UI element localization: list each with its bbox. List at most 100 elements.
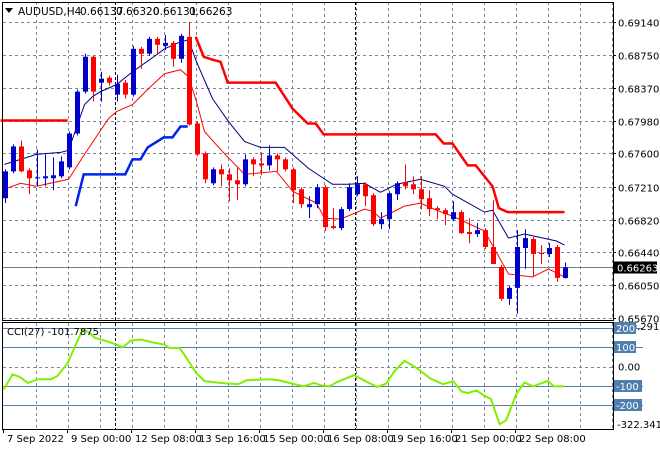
close-value: 0.66263 [189, 6, 232, 18]
candle-bearish [299, 187, 304, 209]
candle-bearish [555, 245, 560, 282]
candle-body [523, 238, 528, 249]
candle-body [211, 169, 216, 184]
candle-bearish [171, 40, 176, 67]
candle-body [99, 78, 104, 83]
candle-body [531, 239, 536, 254]
candle-bearish [195, 121, 200, 157]
candle-body [363, 184, 368, 197]
time-label: 22 Sep 08:00 [519, 434, 586, 445]
candle-body [307, 204, 312, 208]
candle-body [115, 83, 120, 95]
cci-min-label: -322.3418 [617, 420, 660, 431]
candles [3, 21, 568, 314]
candle-body [491, 247, 496, 264]
candle-body [507, 287, 512, 299]
candle-bearish [235, 167, 240, 201]
stop-up-line [74, 125, 188, 207]
price-label: 0.66440 [618, 249, 659, 260]
candle-bullish [563, 262, 568, 279]
candle-body [347, 187, 352, 210]
candle-body [179, 35, 184, 59]
candle-body [323, 187, 328, 228]
candle-bullish [515, 230, 520, 314]
candle-body [19, 146, 24, 172]
candle-body [163, 42, 168, 46]
candle-bearish [27, 168, 32, 195]
candle-body [267, 155, 272, 166]
candle-body [299, 189, 304, 205]
candle-bullish [131, 45, 136, 97]
chart-header: AUDUSD,H4 0.66137 0.66320 0.66131 0.6626… [5, 6, 232, 18]
stop-down-2-line [194, 36, 565, 214]
cci-level-label: 200 [616, 324, 635, 335]
candle-bearish [283, 157, 288, 172]
candle-body [91, 56, 96, 92]
symbol-label: AUDUSD,H4 [18, 6, 82, 18]
candle-bearish [483, 228, 488, 250]
time-label: 19 Sep 16:00 [391, 434, 458, 445]
candle-bullish [75, 89, 80, 136]
candle-body [59, 161, 64, 177]
candle-bearish [499, 264, 504, 301]
price-label: 0.66820 [618, 217, 659, 228]
candle-bullish [83, 53, 88, 94]
candle-bullish [67, 131, 72, 170]
cci-level-label: 100 [616, 343, 635, 354]
candle-body [467, 232, 472, 235]
price-label: 0.67210 [618, 184, 659, 195]
candle-bearish [275, 153, 280, 172]
triangle-down-icon[interactable] [5, 8, 13, 13]
candle-body [139, 48, 144, 54]
candle-bullish [11, 144, 16, 174]
candle-bullish [507, 285, 512, 305]
cci-level-label: -200 [616, 401, 639, 412]
candle-body [235, 180, 240, 185]
cci-panel-border [2, 322, 614, 430]
candle-bearish [491, 200, 496, 264]
candle-body [395, 183, 400, 195]
candle-bullish [451, 201, 456, 222]
candle-body [355, 184, 360, 195]
price-chart[interactable]: 0.69140 0.68750 0.68370 0.67980 0.67600 0.672… [0, 0, 660, 450]
candle-bullish [243, 154, 248, 187]
candle-body [547, 248, 552, 254]
time-label: 13 Sep 16:00 [199, 434, 266, 445]
price-label: 0.67980 [618, 118, 659, 129]
candle-bearish [435, 206, 440, 220]
candle-body [315, 187, 320, 205]
price-label: 0.67600 [618, 150, 659, 161]
candle-body [195, 123, 200, 155]
candle-bearish [155, 36, 160, 54]
candle-body [147, 38, 152, 54]
current-price-label: 0.66263 [617, 264, 658, 275]
candle-body [227, 174, 232, 181]
candle-body [403, 182, 408, 187]
candle-bearish [531, 237, 536, 277]
candle-body [83, 56, 88, 92]
candle-body [555, 247, 560, 278]
candle-bullish [51, 157, 56, 191]
candle-body [539, 252, 544, 254]
time-label: 7 Sep 2022 [7, 434, 64, 445]
candle-body [427, 198, 432, 210]
candle-body [123, 82, 128, 95]
ma-fast-line [4, 39, 565, 246]
time-label: 21 Sep 00:00 [455, 434, 522, 445]
candle-bearish [427, 190, 432, 217]
candle-body [563, 267, 568, 279]
candle-bullish [307, 196, 312, 219]
cci-panel [2, 327, 643, 426]
candle-bearish [227, 168, 232, 202]
candle-body [51, 175, 56, 179]
candle-bearish [139, 46, 144, 69]
candle-bullish [395, 181, 400, 201]
candle-body [187, 36, 192, 125]
candle-bullish [43, 154, 48, 187]
candle-bearish [403, 164, 408, 190]
candle-bullish [547, 243, 552, 257]
candle-bearish [371, 193, 376, 227]
candle-body [171, 42, 176, 59]
candle-body [451, 212, 456, 220]
candle-body [259, 163, 264, 166]
